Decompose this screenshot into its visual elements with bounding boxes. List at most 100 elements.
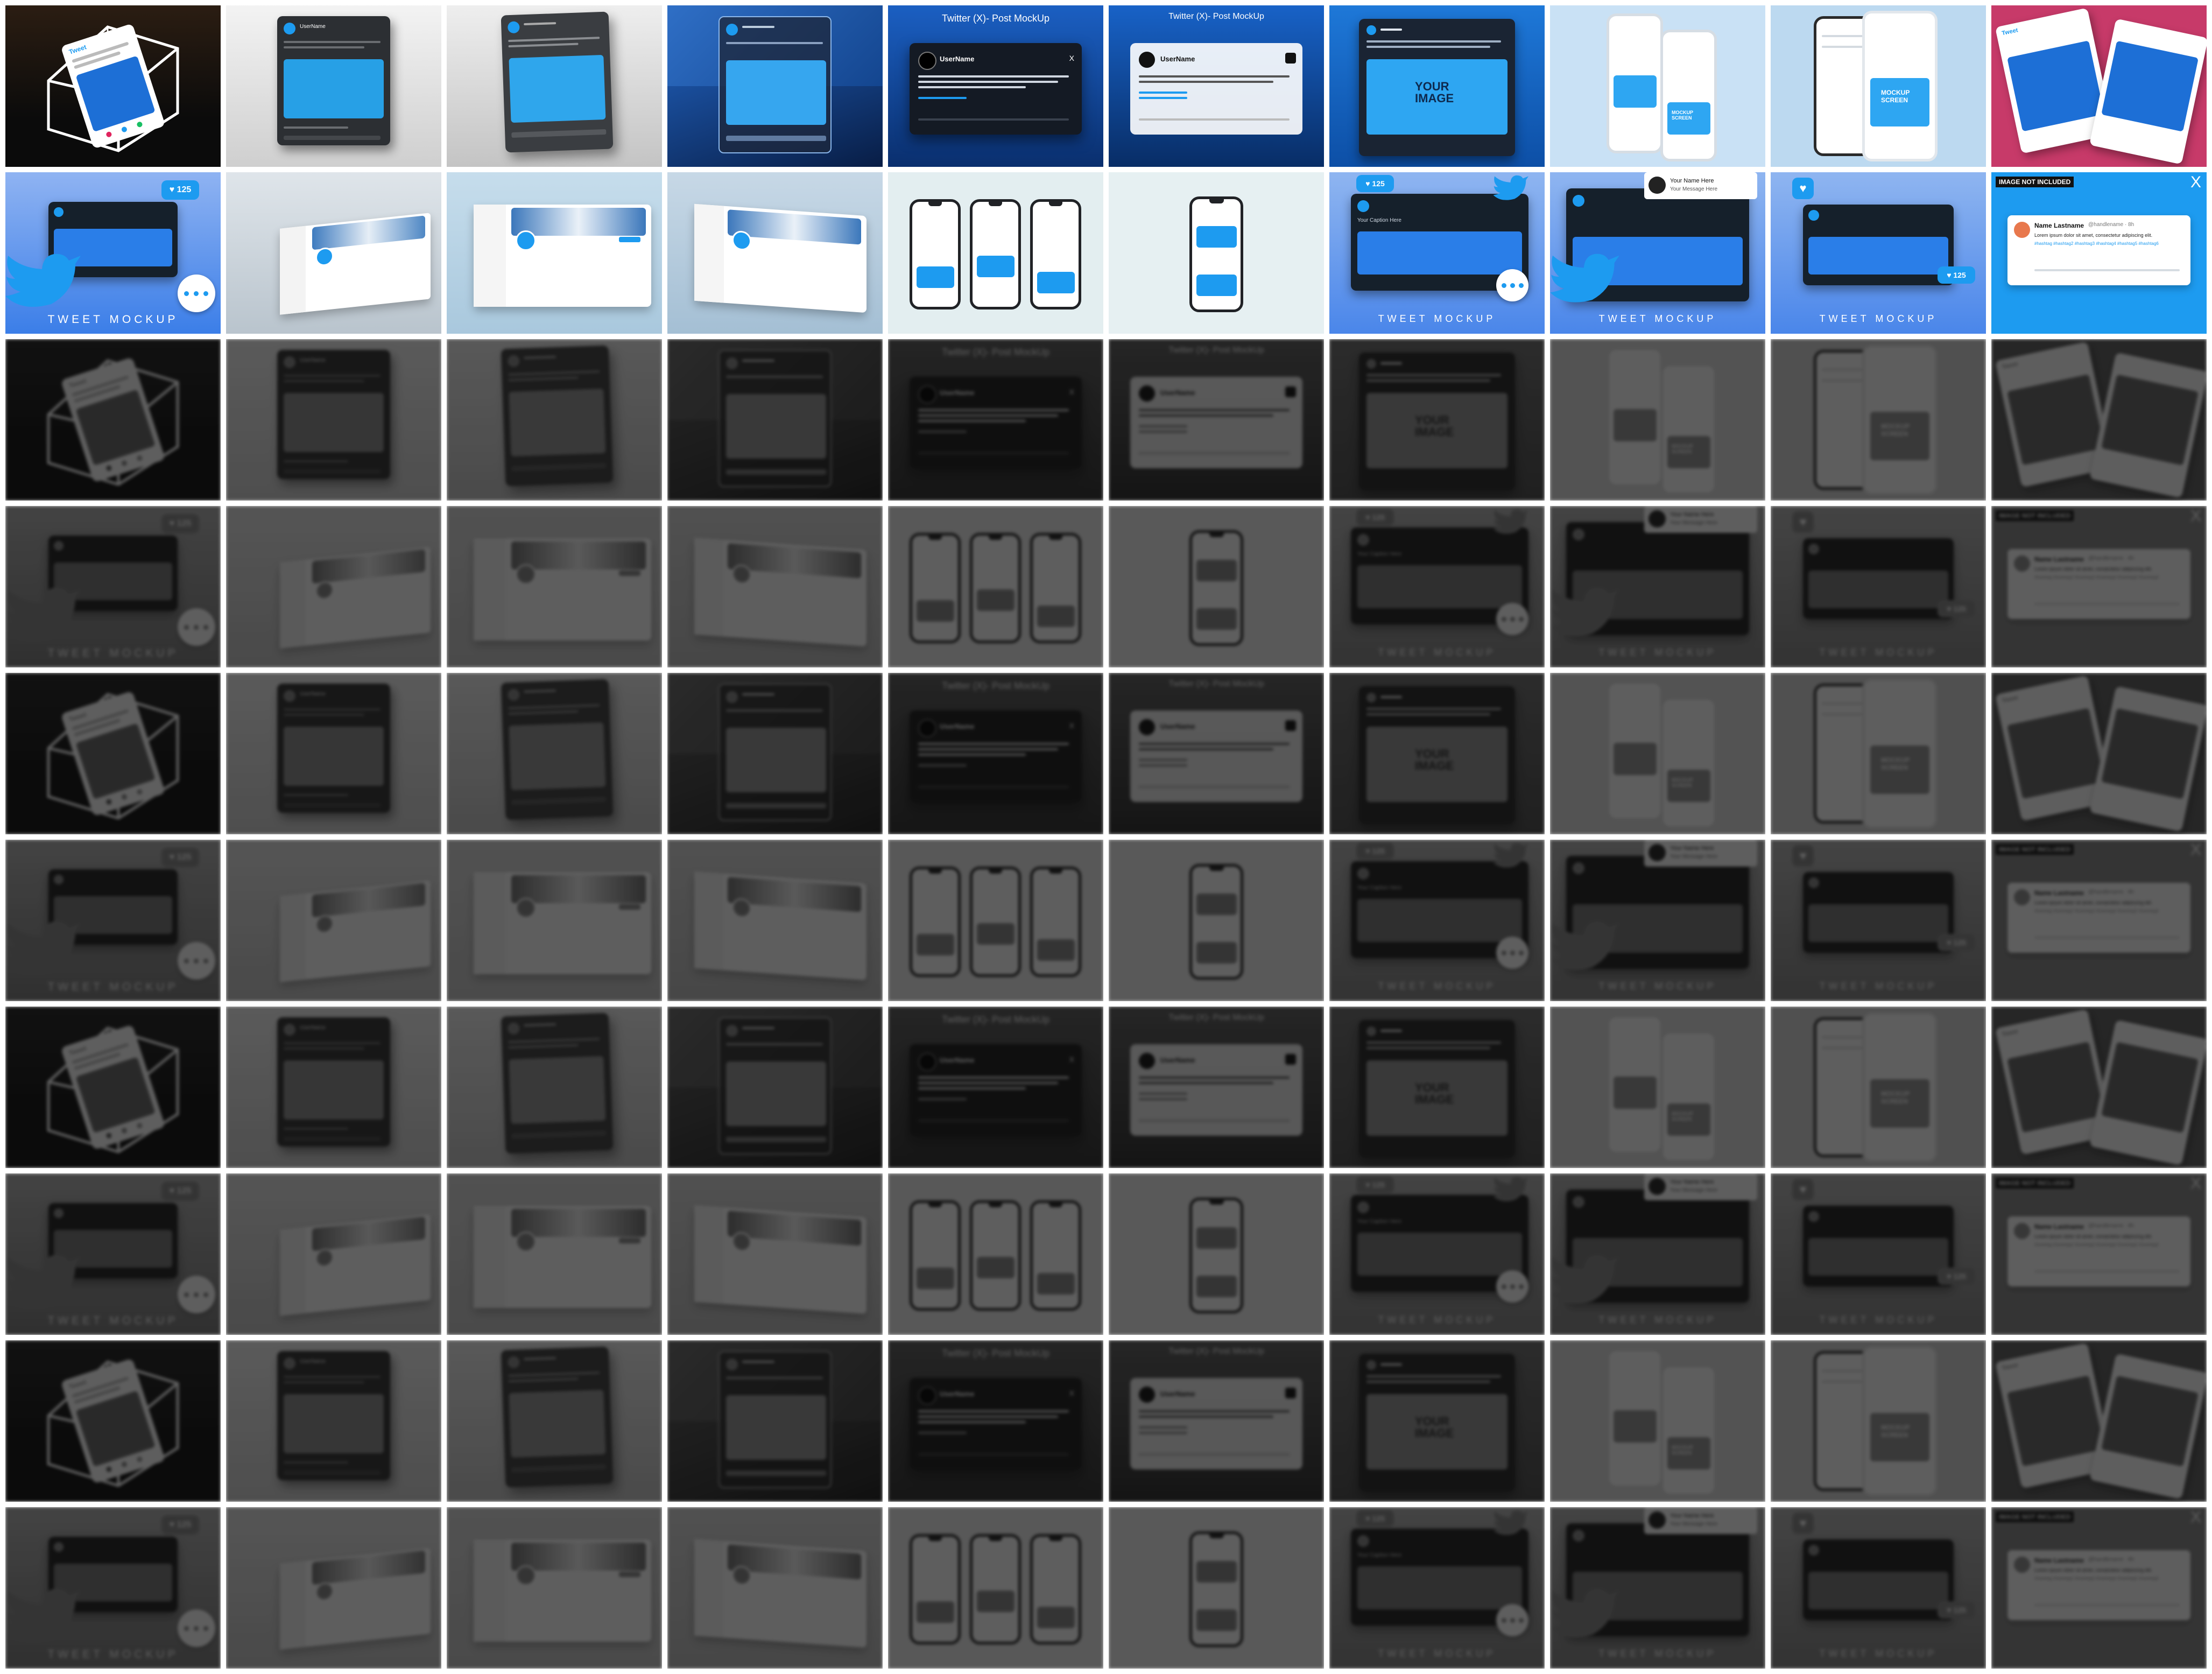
thumbnail-pink-pair-ghost[interactable]: Tweet bbox=[1991, 1007, 2207, 1168]
thumbnail-phone-screen-ghost[interactable]: MOCKUP SCREEN bbox=[1771, 673, 1986, 834]
thumbnail-pink-pair-ghost[interactable]: Tweet bbox=[1991, 1340, 2207, 1502]
thumbnail-profile-tilt-2-ghost[interactable] bbox=[667, 1507, 883, 1669]
thumbnail-post-mockup-light-ghost[interactable]: Twitter (X)- Post MockUp UserName bbox=[1109, 1007, 1324, 1168]
thumbnail-phones-pair-ghost[interactable]: MOCKUP SCREEN bbox=[1550, 1007, 1765, 1168]
thumbnail-profile-flat-ghost[interactable] bbox=[447, 1507, 662, 1669]
thumbnail-tweet-mockup-4-ghost[interactable]: ♥ ♥ 125 TWEET MOCKUP bbox=[1771, 1173, 1986, 1335]
thumbnail-profile-flat-ghost[interactable] bbox=[447, 1173, 662, 1335]
thumbnail-grey-card-2-ghost[interactable] bbox=[447, 339, 662, 501]
thumbnail-image-not-included-ghost[interactable]: IMAGE NOT INCLUDED X Name Lastname @hand… bbox=[1991, 1173, 2207, 1335]
thumbnail-cube-phone-ghost[interactable]: Tweet bbox=[5, 339, 221, 501]
thumbnail-profile-tilt-ghost[interactable] bbox=[226, 506, 441, 667]
thumbnail-pink-pair-ghost[interactable]: Tweet bbox=[1991, 673, 2207, 834]
thumbnail-tweet-mockup-2[interactable]: Your Caption Here ♥ 125 TWEET MOCKUP bbox=[1329, 172, 1545, 334]
thumbnail-phones-pair-ghost[interactable]: MOCKUP SCREEN bbox=[1550, 339, 1765, 501]
thumbnail-pink-pair-ghost[interactable]: Tweet bbox=[1991, 339, 2207, 501]
thumbnail-grey-card-2[interactable] bbox=[447, 5, 662, 167]
thumbnail-cube-phone-ghost[interactable]: Tweet bbox=[5, 1007, 221, 1168]
thumbnail-tweet-mockup-2-ghost[interactable]: Your Caption Here ♥ 125 TWEET MOCKUP bbox=[1329, 1507, 1545, 1669]
thumbnail-tweet-mockup-ghost[interactable]: ♥ 125 TWEET MOCKUP bbox=[5, 1173, 221, 1335]
thumbnail-profile-tilt-ghost[interactable] bbox=[226, 840, 441, 1001]
thumbnail-your-image-ghost[interactable]: YOUR IMAGE bbox=[1329, 1340, 1545, 1502]
thumbnail-profile-flat-ghost[interactable] bbox=[447, 506, 662, 667]
thumbnail-grey-card-2-ghost[interactable] bbox=[447, 673, 662, 834]
thumbnail-phones-pair[interactable]: MOCKUP SCREEN bbox=[1550, 5, 1765, 167]
thumbnail-tweet-mockup-3-ghost[interactable]: Your Name Here Your Message Here TWEET M… bbox=[1550, 506, 1765, 667]
thumbnail-phone-screen[interactable]: MOCKUP SCREEN bbox=[1771, 5, 1986, 167]
thumbnail-profile-tilt-2-ghost[interactable] bbox=[667, 1173, 883, 1335]
thumbnail-post-mockup-light-ghost[interactable]: Twitter (X)- Post MockUp UserName bbox=[1109, 673, 1324, 834]
thumbnail-profile-tilt-ghost[interactable] bbox=[226, 1507, 441, 1669]
thumbnail-image-not-included-ghost[interactable]: IMAGE NOT INCLUDED X Name Lastname @hand… bbox=[1991, 506, 2207, 667]
thumbnail-tweet-mockup-2-ghost[interactable]: Your Caption Here ♥ 125 TWEET MOCKUP bbox=[1329, 1173, 1545, 1335]
thumbnail-profile-tilt[interactable] bbox=[226, 172, 441, 334]
thumbnail-grey-card-ghost[interactable]: UserName bbox=[226, 339, 441, 501]
thumbnail-your-image[interactable]: YOUR IMAGE bbox=[1329, 5, 1545, 167]
thumbnail-three-phones-ghost[interactable] bbox=[888, 840, 1103, 1001]
thumbnail-blue-card-ghost[interactable] bbox=[667, 1007, 883, 1168]
thumbnail-profile-tilt-2[interactable] bbox=[667, 172, 883, 334]
thumbnail-tweet-mockup-3-ghost[interactable]: Your Name Here Your Message Here TWEET M… bbox=[1550, 1507, 1765, 1669]
thumbnail-tweet-mockup-ghost[interactable]: ♥ 125 TWEET MOCKUP bbox=[5, 840, 221, 1001]
thumbnail-image-not-included[interactable]: IMAGE NOT INCLUDED X Name Lastname @hand… bbox=[1991, 172, 2207, 334]
thumbnail-tweet-mockup-ghost[interactable]: ♥ 125 TWEET MOCKUP bbox=[5, 506, 221, 667]
thumbnail-post-mockup-light[interactable]: Twitter (X)- Post MockUp UserName bbox=[1109, 5, 1324, 167]
thumbnail-grey-card-2-ghost[interactable] bbox=[447, 1340, 662, 1502]
thumbnail-image-not-included-ghost[interactable]: IMAGE NOT INCLUDED X Name Lastname @hand… bbox=[1991, 840, 2207, 1001]
thumbnail-three-phones-ghost[interactable] bbox=[888, 1173, 1103, 1335]
thumbnail-blue-card-ghost[interactable] bbox=[667, 673, 883, 834]
thumbnail-post-mockup-light-ghost[interactable]: Twitter (X)- Post MockUp UserName bbox=[1109, 339, 1324, 501]
thumbnail-grey-card-2-ghost[interactable] bbox=[447, 1007, 662, 1168]
thumbnail-phone-screen-ghost[interactable]: MOCKUP SCREEN bbox=[1771, 1340, 1986, 1502]
thumbnail-three-phones-ghost[interactable] bbox=[888, 1507, 1103, 1669]
thumbnail-tweet-mockup-3[interactable]: Your Name Here Your Message Here TWEET M… bbox=[1550, 172, 1765, 334]
thumbnail-tweet-mockup-2-ghost[interactable]: Your Caption Here ♥ 125 TWEET MOCKUP bbox=[1329, 506, 1545, 667]
thumbnail-profile-tilt-2-ghost[interactable] bbox=[667, 840, 883, 1001]
thumbnail-post-mockup-dark-ghost[interactable]: Twitter (X)- Post MockUp UserName X bbox=[888, 1340, 1103, 1502]
thumbnail-phone-screen-ghost[interactable]: MOCKUP SCREEN bbox=[1771, 339, 1986, 501]
thumbnail-cube-phone[interactable]: Tweet bbox=[5, 5, 221, 167]
thumbnail-your-image-ghost[interactable]: YOUR IMAGE bbox=[1329, 339, 1545, 501]
thumbnail-grey-card[interactable]: UserName bbox=[226, 5, 441, 167]
thumbnail-tweet-mockup-3-ghost[interactable]: Your Name Here Your Message Here TWEET M… bbox=[1550, 1173, 1765, 1335]
thumbnail-blue-card-ghost[interactable] bbox=[667, 339, 883, 501]
thumbnail-tweet-mockup[interactable]: ♥ 125 TWEET MOCKUP bbox=[5, 172, 221, 334]
thumbnail-profile-tilt-ghost[interactable] bbox=[226, 1173, 441, 1335]
thumbnail-phones-pair-ghost[interactable]: MOCKUP SCREEN bbox=[1550, 673, 1765, 834]
thumbnail-cube-phone-ghost[interactable]: Tweet bbox=[5, 673, 221, 834]
thumbnail-tweet-mockup-4-ghost[interactable]: ♥ ♥ 125 TWEET MOCKUP bbox=[1771, 1507, 1986, 1669]
thumbnail-single-phone-ghost[interactable] bbox=[1109, 840, 1324, 1001]
thumbnail-post-mockup-dark-ghost[interactable]: Twitter (X)- Post MockUp UserName X bbox=[888, 1007, 1103, 1168]
thumbnail-single-phone[interactable] bbox=[1109, 172, 1324, 334]
thumbnail-post-mockup-light-ghost[interactable]: Twitter (X)- Post MockUp UserName bbox=[1109, 1340, 1324, 1502]
thumbnail-tweet-mockup-4-ghost[interactable]: ♥ ♥ 125 TWEET MOCKUP bbox=[1771, 840, 1986, 1001]
thumbnail-grey-card-ghost[interactable]: UserName bbox=[226, 673, 441, 834]
thumbnail-phones-pair-ghost[interactable]: MOCKUP SCREEN bbox=[1550, 1340, 1765, 1502]
thumbnail-your-image-ghost[interactable]: YOUR IMAGE bbox=[1329, 673, 1545, 834]
thumbnail-post-mockup-dark-ghost[interactable]: Twitter (X)- Post MockUp UserName X bbox=[888, 673, 1103, 834]
thumbnail-cube-phone-ghost[interactable]: Tweet bbox=[5, 1340, 221, 1502]
thumbnail-image-not-included-ghost[interactable]: IMAGE NOT INCLUDED X Name Lastname @hand… bbox=[1991, 1507, 2207, 1669]
thumbnail-profile-flat-ghost[interactable] bbox=[447, 840, 662, 1001]
thumbnail-profile-flat[interactable] bbox=[447, 172, 662, 334]
thumbnail-tweet-mockup-3-ghost[interactable]: Your Name Here Your Message Here TWEET M… bbox=[1550, 840, 1765, 1001]
thumbnail-tweet-mockup-2-ghost[interactable]: Your Caption Here ♥ 125 TWEET MOCKUP bbox=[1329, 840, 1545, 1001]
thumbnail-single-phone-ghost[interactable] bbox=[1109, 1507, 1324, 1669]
thumbnail-profile-tilt-2-ghost[interactable] bbox=[667, 506, 883, 667]
thumbnail-grey-card-ghost[interactable]: UserName bbox=[226, 1007, 441, 1168]
thumbnail-tweet-mockup-4-ghost[interactable]: ♥ ♥ 125 TWEET MOCKUP bbox=[1771, 506, 1986, 667]
thumbnail-three-phones-ghost[interactable] bbox=[888, 506, 1103, 667]
thumbnail-blue-card[interactable] bbox=[667, 5, 883, 167]
thumbnail-grey-card-ghost[interactable]: UserName bbox=[226, 1340, 441, 1502]
thumbnail-post-mockup-dark[interactable]: Twitter (X)- Post MockUp UserName X bbox=[888, 5, 1103, 167]
thumbnail-single-phone-ghost[interactable] bbox=[1109, 506, 1324, 667]
thumbnail-blue-card-ghost[interactable] bbox=[667, 1340, 883, 1502]
thumbnail-tweet-mockup-ghost[interactable]: ♥ 125 TWEET MOCKUP bbox=[5, 1507, 221, 1669]
thumbnail-phone-screen-ghost[interactable]: MOCKUP SCREEN bbox=[1771, 1007, 1986, 1168]
thumbnail-your-image-ghost[interactable]: YOUR IMAGE bbox=[1329, 1007, 1545, 1168]
thumbnail-three-phones[interactable] bbox=[888, 172, 1103, 334]
thumbnail-tweet-mockup-4[interactable]: ♥ ♥ 125 TWEET MOCKUP bbox=[1771, 172, 1986, 334]
thumbnail-pink-pair[interactable]: Tweet bbox=[1991, 5, 2207, 167]
thumbnail-post-mockup-dark-ghost[interactable]: Twitter (X)- Post MockUp UserName X bbox=[888, 339, 1103, 501]
thumbnail-single-phone-ghost[interactable] bbox=[1109, 1173, 1324, 1335]
